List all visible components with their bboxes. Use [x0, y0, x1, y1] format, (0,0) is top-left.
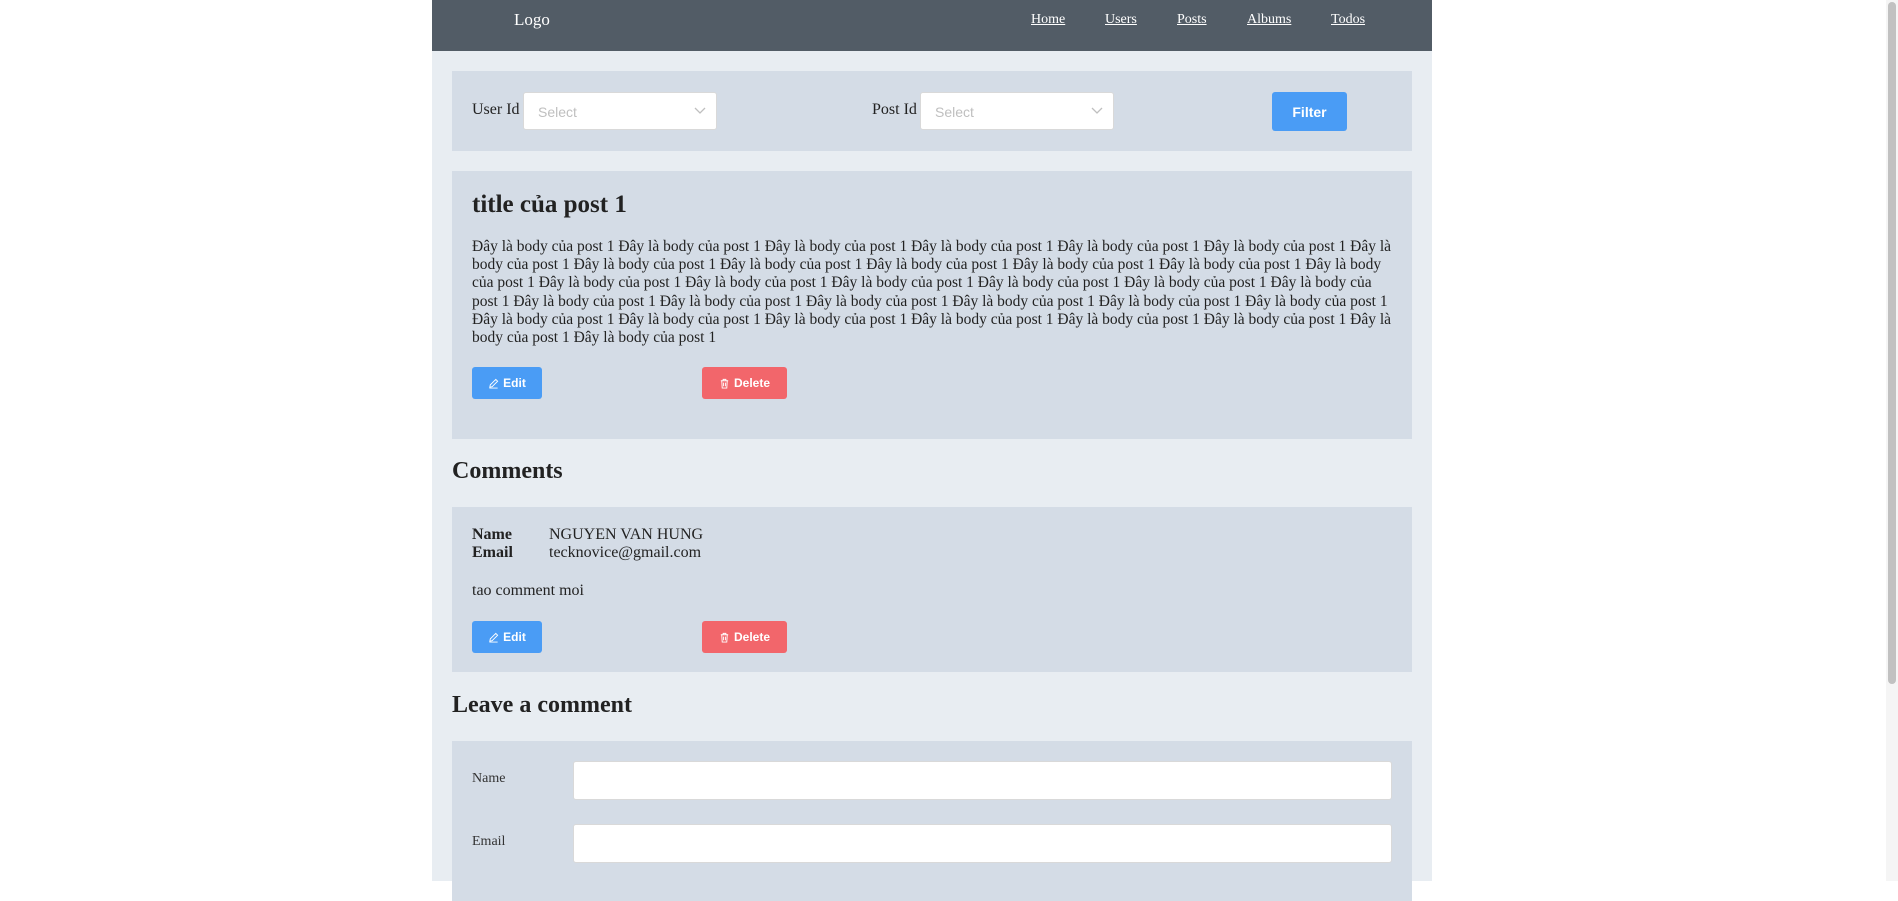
nav-link-posts[interactable]: Posts	[1177, 12, 1207, 28]
delete-comment-button[interactable]: Delete	[702, 621, 787, 653]
comment-form: Name Email	[452, 741, 1412, 901]
delete-label: Delete	[733, 376, 771, 390]
post-title: title của post 1	[472, 191, 627, 218]
comment-name-key: Name	[472, 526, 512, 543]
trash-icon	[720, 378, 729, 389]
edit-comment-button[interactable]: Edit	[472, 621, 542, 653]
user-id-label: User Id	[472, 101, 520, 118]
nav-link-albums[interactable]: Albums	[1247, 12, 1291, 28]
comment-card: Name NGUYEN VAN HUNG Email tecknovice@gm…	[452, 507, 1412, 672]
name-field-label: Name	[472, 771, 506, 786]
comment-email: tecknovice@gmail.com	[549, 544, 702, 561]
filter-button[interactable]: Filter	[1272, 92, 1347, 131]
user-id-placeholder: Select	[538, 104, 577, 120]
post-id-select[interactable]: Select	[920, 92, 1114, 130]
trash-icon	[720, 632, 729, 643]
nav-link-todos[interactable]: Todos	[1331, 12, 1365, 28]
email-field-label: Email	[472, 834, 506, 849]
name-field[interactable]	[573, 761, 1392, 800]
edit-label: Edit	[503, 630, 526, 644]
email-field[interactable]	[573, 824, 1392, 863]
comment-email-key: Email	[472, 544, 513, 561]
leave-comment-heading: Leave a comment	[452, 692, 632, 718]
edit-icon	[489, 632, 499, 643]
scrollbar-thumb[interactable]	[1888, 2, 1896, 684]
comments-heading: Comments	[452, 458, 563, 484]
user-id-select[interactable]: Select	[523, 92, 717, 130]
post-body: Đây là body của post 1 Đây là body của p…	[472, 238, 1392, 347]
page: Logo Home Users Posts Albums Todos User …	[432, 0, 1432, 901]
nav-link-users[interactable]: Users	[1105, 12, 1137, 28]
top-navbar: Logo Home Users Posts Albums Todos	[432, 0, 1432, 51]
nav-links: Home Users Posts Albums Todos	[432, 12, 1432, 32]
chevron-down-icon	[1091, 107, 1103, 114]
post-id-placeholder: Select	[935, 104, 974, 120]
nav-link-home[interactable]: Home	[1031, 12, 1065, 28]
filter-panel: User Id Select Post Id Select Filter	[452, 71, 1412, 151]
edit-icon	[489, 378, 499, 389]
edit-label: Edit	[503, 376, 526, 390]
post-id-label: Post Id	[872, 101, 917, 118]
delete-post-button[interactable]: Delete	[702, 367, 787, 399]
comment-name: NGUYEN VAN HUNG	[549, 526, 704, 543]
comment-body: tao comment moi	[472, 582, 584, 599]
chevron-down-icon	[694, 107, 706, 114]
post-card: title của post 1 Đây là body của post 1 …	[452, 171, 1412, 439]
delete-label: Delete	[733, 630, 771, 644]
edit-post-button[interactable]: Edit	[472, 367, 542, 399]
